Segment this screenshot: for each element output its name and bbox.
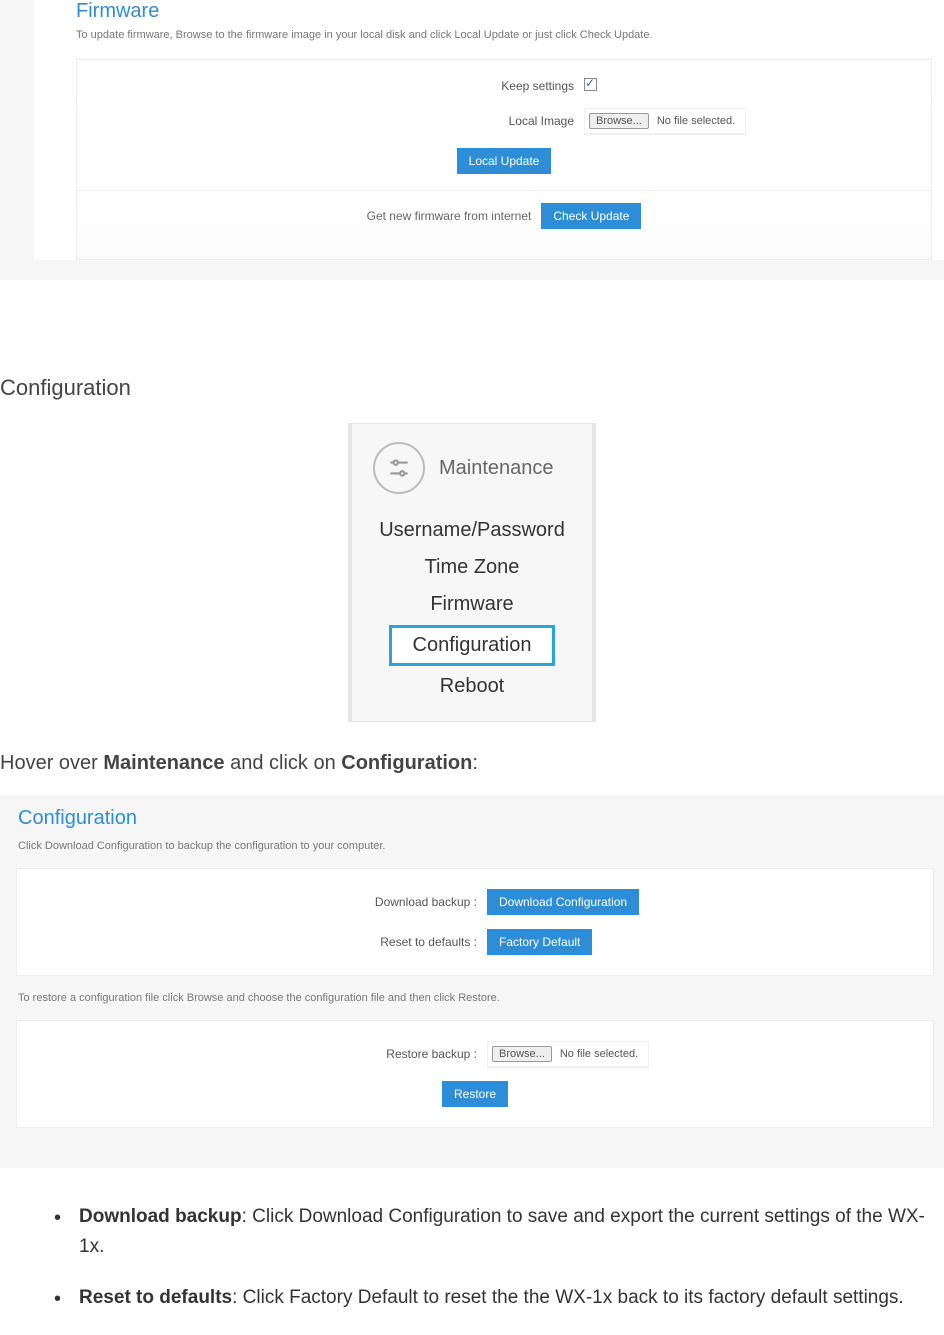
- get-new-row: Get new firmware from internet Check Upd…: [77, 203, 931, 229]
- local-image-filebox: Browse... No file selected.: [584, 108, 746, 134]
- menu-item-timezone[interactable]: Time Zone: [349, 549, 595, 586]
- maintenance-menu: Maintenance Username/Password Time Zone …: [348, 423, 596, 722]
- no-file-text: No file selected.: [657, 115, 735, 127]
- restore-nofile-text: No file selected.: [560, 1048, 638, 1060]
- section-heading: Configuration: [0, 375, 944, 401]
- check-update-button[interactable]: Check Update: [541, 203, 641, 229]
- maintenance-label: Maintenance: [439, 457, 554, 480]
- menu-item-firmware[interactable]: Firmware: [349, 586, 595, 623]
- firmware-title: Firmware: [34, 0, 932, 29]
- bullet-download-backup: • Download backup: Click Download Config…: [54, 1202, 940, 1263]
- divider: [77, 190, 931, 191]
- reset-defaults-row: Reset to defaults : Factory Default: [17, 929, 933, 955]
- local-image-row: Local Image Browse... No file selected.: [77, 108, 931, 134]
- local-image-label: Local Image: [164, 114, 584, 128]
- get-new-label: Get new firmware from internet: [367, 209, 532, 223]
- bullet-list: • Download backup: Click Download Config…: [0, 1202, 944, 1315]
- download-backup-row: Download backup : Download Configuration: [17, 889, 933, 915]
- keep-settings-checkbox[interactable]: [584, 78, 597, 91]
- browse-button[interactable]: Browse...: [589, 113, 649, 129]
- keep-settings-label: Keep settings: [164, 79, 584, 93]
- menu-item-configuration[interactable]: Configuration: [389, 625, 555, 666]
- bullet-icon: •: [54, 1202, 61, 1263]
- configuration-card1: Download backup : Download Configuration…: [16, 868, 934, 976]
- menu-item-username[interactable]: Username/Password: [349, 512, 595, 549]
- restore-button[interactable]: Restore: [442, 1081, 508, 1107]
- keep-settings-row: Keep settings: [77, 78, 931, 94]
- configuration-desc2: To restore a configuration file click Br…: [18, 992, 934, 1004]
- download-backup-label: Download backup :: [17, 895, 487, 909]
- firmware-panel: Firmware To update firmware, Browse to t…: [34, 0, 944, 260]
- restore-browse-button[interactable]: Browse...: [492, 1046, 552, 1062]
- firmware-section: Firmware To update firmware, Browse to t…: [0, 0, 944, 280]
- menu-item-reboot[interactable]: Reboot: [349, 668, 595, 705]
- firmware-desc: To update firmware, Browse to the firmwa…: [34, 29, 932, 59]
- restore-backup-row: Restore backup : Browse... No file selec…: [17, 1041, 933, 1067]
- sliders-icon: [373, 442, 425, 494]
- configuration-desc1: Click Download Configuration to backup t…: [18, 840, 934, 852]
- configuration-title: Configuration: [18, 807, 934, 830]
- local-update-button[interactable]: Local Update: [457, 148, 552, 174]
- configuration-card2: Restore backup : Browse... No file selec…: [16, 1020, 934, 1128]
- reset-defaults-label: Reset to defaults :: [17, 935, 487, 949]
- factory-default-button[interactable]: Factory Default: [487, 929, 592, 955]
- hover-instruction: Hover over Maintenance and click on Conf…: [0, 752, 944, 775]
- bullet-reset-defaults: • Reset to defaults: Click Factory Defau…: [54, 1283, 940, 1315]
- maintenance-header: Maintenance: [349, 442, 595, 494]
- restore-backup-label: Restore backup :: [17, 1047, 487, 1061]
- bullet-icon: •: [54, 1283, 61, 1315]
- configuration-section: Configuration Click Download Configurati…: [0, 795, 944, 1168]
- download-configuration-button[interactable]: Download Configuration: [487, 889, 639, 915]
- firmware-card: Keep settings Local Image Browse... No f…: [76, 59, 932, 260]
- restore-filebox: Browse... No file selected.: [487, 1041, 649, 1067]
